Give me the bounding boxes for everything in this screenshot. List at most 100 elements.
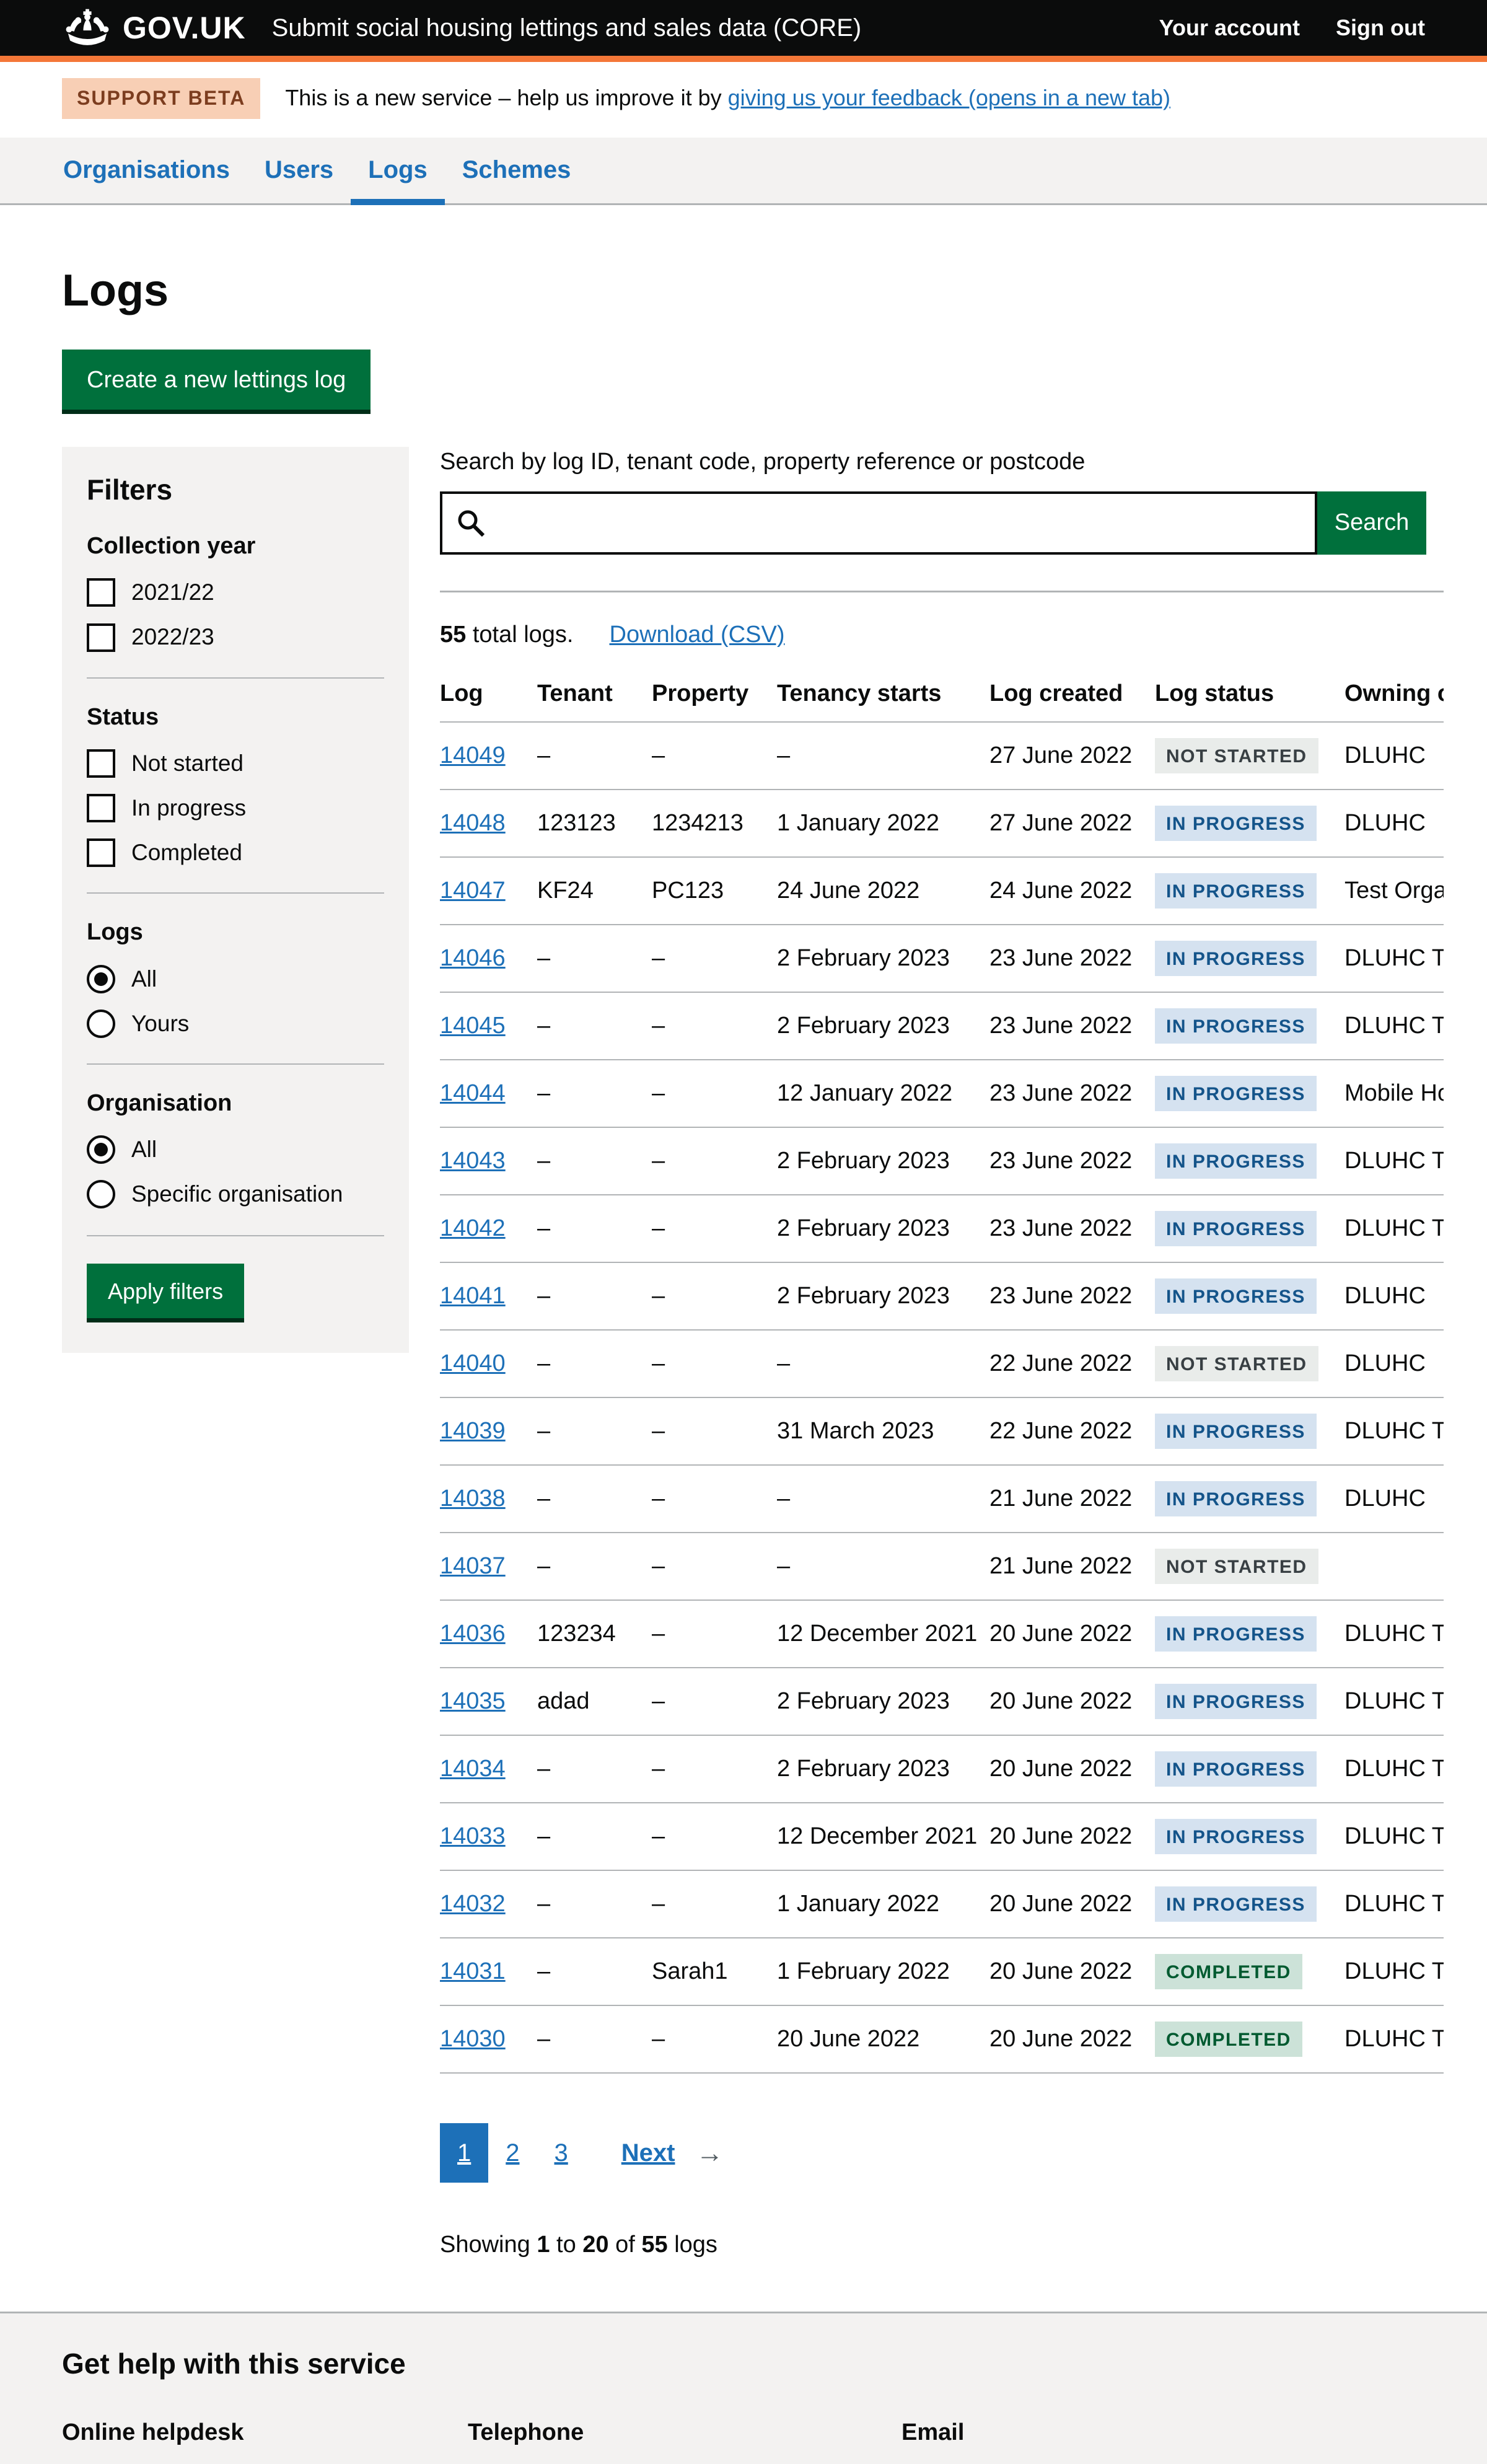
status-badge: IN PROGRESS <box>1155 1076 1317 1111</box>
checkbox-option-2022-23[interactable]: 2022/23 <box>87 622 384 652</box>
pagination-page-2[interactable]: 2 <box>488 2123 537 2183</box>
radio-option-all[interactable]: All <box>87 964 384 994</box>
radio-control[interactable] <box>87 1135 115 1164</box>
create-lettings-log-button[interactable]: Create a new lettings log <box>62 350 371 410</box>
table-row: 14040–––22 June 2022NOT STARTEDDLUHC <box>440 1330 1444 1397</box>
log-link[interactable]: 14031 <box>440 1958 506 1984</box>
summary-of-word: of <box>609 2232 642 2258</box>
footer-crest-block: © Crown copyright <box>1253 2455 1389 2464</box>
log-status-cell: IN PROGRESS <box>1155 1262 1344 1330</box>
log-status-cell: IN PROGRESS <box>1155 790 1344 857</box>
log-link[interactable]: 14041 <box>440 1283 506 1309</box>
apply-filters-button[interactable]: Apply filters <box>87 1264 244 1318</box>
status-badge: COMPLETED <box>1155 2022 1302 2057</box>
log-created-cell: 21 June 2022 <box>989 1465 1155 1533</box>
phase-text-static: This is a new service – help us improve … <box>285 85 727 110</box>
feedback-link[interactable]: giving us your feedback (opens in a new … <box>728 85 1170 110</box>
log-created-cell: 23 June 2022 <box>989 1195 1155 1262</box>
log-cell: 14033 <box>440 1803 537 1870</box>
checkbox-control[interactable] <box>87 578 115 607</box>
log-link[interactable]: 14038 <box>440 1485 506 1511</box>
log-link[interactable]: 14043 <box>440 1148 506 1174</box>
log-link[interactable]: 14034 <box>440 1756 506 1782</box>
logs-table: LogTenantPropertyTenancy startsLog creat… <box>440 679 1444 2074</box>
log-created-cell: 24 June 2022 <box>989 857 1155 925</box>
tenant-cell: – <box>537 2005 652 2073</box>
checkbox-control[interactable] <box>87 838 115 867</box>
results-summary: 55 total logs. Download (CSV) <box>440 620 1444 650</box>
email-heading: Email <box>901 2418 1335 2448</box>
your-account-link[interactable]: Your account <box>1159 14 1300 43</box>
log-link[interactable]: 14048 <box>440 810 506 836</box>
checkbox-control[interactable] <box>87 623 115 652</box>
log-link[interactable]: 14047 <box>440 878 506 904</box>
log-link[interactable]: 14046 <box>440 945 506 971</box>
property-cell: – <box>652 1668 777 1735</box>
service-name[interactable]: Submit social housing lettings and sales… <box>272 12 862 44</box>
radio-control[interactable] <box>87 1010 115 1038</box>
checkbox-option-not-started[interactable]: Not started <box>87 749 384 778</box>
summary-to: 20 <box>582 2232 608 2258</box>
log-status-cell: IN PROGRESS <box>1155 1735 1344 1803</box>
tenancy-starts-cell: 1 January 2022 <box>777 1870 989 1938</box>
checkbox-option-2021-22[interactable]: 2021/22 <box>87 578 384 607</box>
log-status-cell: NOT STARTED <box>1155 722 1344 790</box>
log-status-cell: IN PROGRESS <box>1155 857 1344 925</box>
log-link[interactable]: 14033 <box>440 1823 506 1849</box>
log-link[interactable]: 14049 <box>440 742 506 768</box>
property-cell: – <box>652 2005 777 2073</box>
pagination-page-1[interactable]: 1 <box>440 2123 488 2183</box>
radio-control[interactable] <box>87 965 115 993</box>
log-cell: 14044 <box>440 1060 537 1127</box>
log-link[interactable]: 14042 <box>440 1215 506 1241</box>
property-cell: Sarah1 <box>652 1938 777 2005</box>
pagination-page-3[interactable]: 3 <box>537 2123 586 2183</box>
log-status-cell: NOT STARTED <box>1155 1533 1344 1600</box>
footer-col-online-helpdesk: Online helpdesk CORE helpdesk (opens in … <box>62 2418 468 2464</box>
nav-tab-link-logs[interactable]: Logs <box>351 138 445 203</box>
log-link[interactable]: 14044 <box>440 1080 506 1106</box>
log-link[interactable]: 14040 <box>440 1350 506 1376</box>
tenant-cell: adad <box>537 1668 652 1735</box>
checkbox-control[interactable] <box>87 749 115 778</box>
log-status-cell: IN PROGRESS <box>1155 1465 1344 1533</box>
table-row: 1404812312312342131 January 202227 June … <box>440 790 1444 857</box>
log-link[interactable]: 14032 <box>440 1891 506 1917</box>
radio-control[interactable] <box>87 1180 115 1208</box>
log-created-cell: 20 June 2022 <box>989 1803 1155 1870</box>
nav-tab-link-schemes[interactable]: Schemes <box>445 138 589 203</box>
radio-option-specific-organisation[interactable]: Specific organisation <box>87 1179 384 1209</box>
search-row: Search <box>440 491 1426 555</box>
tenant-cell: KF24 <box>537 857 652 925</box>
nav-tab-link-organisations[interactable]: Organisations <box>46 138 247 203</box>
govuk-logo[interactable]: GOV.UK <box>62 7 246 48</box>
property-cell: – <box>652 1600 777 1668</box>
table-header-row: LogTenantPropertyTenancy startsLog creat… <box>440 679 1444 722</box>
pagination-next-link[interactable]: Next <box>604 2123 693 2183</box>
tenancy-starts-cell: 1 January 2022 <box>777 790 989 857</box>
log-link[interactable]: 14035 <box>440 1688 506 1714</box>
search-input[interactable] <box>440 491 1317 555</box>
search-button[interactable]: Search <box>1317 491 1426 555</box>
sign-out-link[interactable]: Sign out <box>1336 14 1425 43</box>
option-label: Not started <box>131 749 243 778</box>
log-created-cell: 22 June 2022 <box>989 1330 1155 1397</box>
table-row: 14045––2 February 202323 June 2022IN PRO… <box>440 992 1444 1060</box>
log-link[interactable]: 14039 <box>440 1418 506 1444</box>
column-header-log-created: Log created <box>989 679 1155 722</box>
nav-tab-link-users[interactable]: Users <box>247 138 351 203</box>
checkbox-option-in-progress[interactable]: In progress <box>87 793 384 823</box>
property-cell: – <box>652 1195 777 1262</box>
log-link[interactable]: 14037 <box>440 1553 506 1579</box>
radio-option-all[interactable]: All <box>87 1135 384 1164</box>
log-created-cell: 20 June 2022 <box>989 2005 1155 2073</box>
download-csv-link[interactable]: Download (CSV) <box>610 620 785 650</box>
log-link[interactable]: 14036 <box>440 1621 506 1647</box>
log-link[interactable]: 14045 <box>440 1013 506 1039</box>
radio-option-yours[interactable]: Yours <box>87 1009 384 1039</box>
checkbox-control[interactable] <box>87 794 115 822</box>
checkbox-option-completed[interactable]: Completed <box>87 838 384 868</box>
tenancy-starts-cell: 31 March 2023 <box>777 1397 989 1465</box>
status-badge: IN PROGRESS <box>1155 1211 1317 1246</box>
log-link[interactable]: 14030 <box>440 2026 506 2052</box>
